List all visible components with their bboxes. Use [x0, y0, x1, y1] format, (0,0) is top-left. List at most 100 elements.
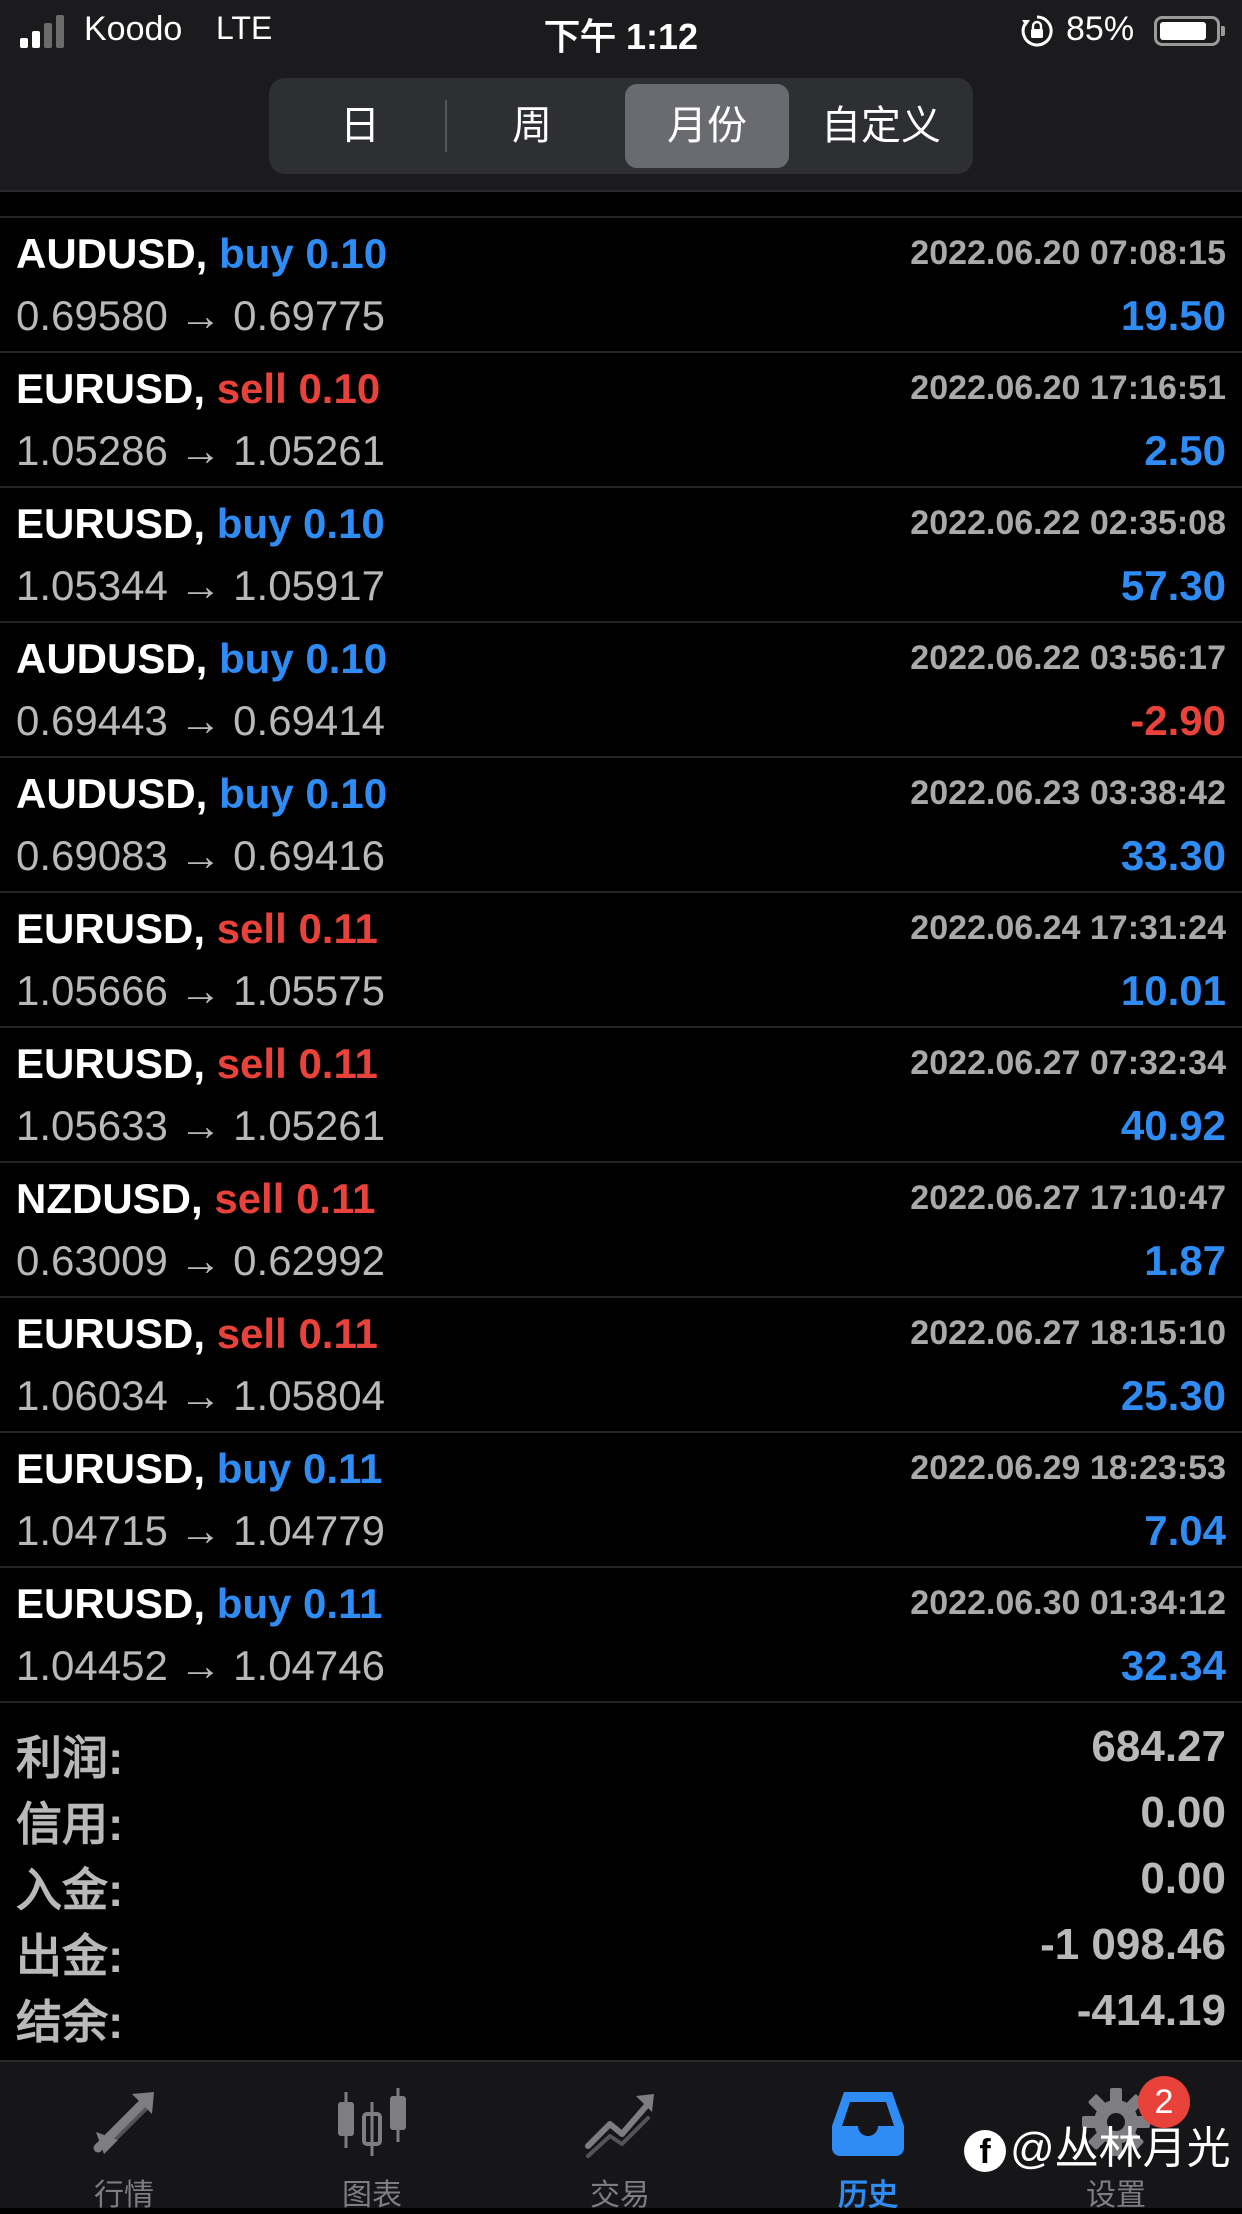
- close-price: 0.69416: [233, 832, 385, 879]
- trade-title: AUDUSD, buy 0.10: [16, 770, 387, 818]
- trade-prices: 1.05286 → 1.05261: [16, 427, 385, 475]
- open-price: 0.69443: [16, 697, 168, 744]
- battery-icon: [1154, 16, 1225, 46]
- trade-volume: 0.11: [303, 1580, 383, 1627]
- open-price: 0.63009: [16, 1237, 168, 1284]
- trade-side: buy: [219, 770, 294, 817]
- trade-side: sell: [214, 1175, 285, 1222]
- trade-profit: 33.30: [1120, 832, 1226, 879]
- close-price: 0.62992: [233, 1237, 385, 1284]
- status-bar: Koodo LTE 下午 1:12 85%: [0, 0, 1242, 62]
- arrow-right-icon: →: [179, 967, 222, 1014]
- summary-value: -1 098.46: [1040, 1920, 1226, 1969]
- summary-withdrawal: 出金: -1 098.46: [0, 1916, 1242, 1982]
- trade-prices: 0.69580 → 0.69775: [16, 292, 385, 340]
- open-price: 1.06034: [16, 1372, 168, 1419]
- trade-timestamp: 2022.06.27 07:32:34: [910, 1044, 1226, 1082]
- trade-row[interactable]: AUDUSD, buy 0.10 2022.06.22 03:56:17 0.6…: [0, 623, 1242, 758]
- history-inbox-icon: [832, 2092, 904, 2156]
- trade-volume: 0.10: [305, 770, 388, 817]
- trade-volume: 0.11: [296, 1175, 376, 1222]
- trade-side-volume: sell 0.10: [217, 365, 380, 412]
- trade-side-volume: sell 0.11: [214, 1175, 375, 1222]
- trade-timestamp: 2022.06.22 02:35:08: [910, 504, 1226, 542]
- tab-label: 历史: [838, 2179, 898, 2212]
- tab-trade[interactable]: 交易: [496, 2062, 744, 2212]
- account-summary: 利润: 684.27 信用: 0.00 入金: 0.00 出金: -1 098.…: [0, 1718, 1242, 2048]
- tab-label: 图表: [342, 2179, 402, 2212]
- summary-deposit: 入金: 0.00: [0, 1850, 1242, 1916]
- trade-profit: 19.50: [1120, 292, 1226, 339]
- trade-row[interactable]: EURUSD, buy 0.11 2022.06.30 01:34:12 1.0…: [0, 1568, 1242, 1703]
- close-price: 1.04746: [233, 1642, 385, 1689]
- open-price: 1.05344: [16, 562, 168, 609]
- trade-side: buy: [219, 635, 294, 682]
- tab-label: 交易: [590, 2179, 650, 2212]
- trade-row[interactable]: NZDUSD, sell 0.11 2022.06.27 17:10:47 0.…: [0, 1163, 1242, 1298]
- trade-profit: 40.92: [1120, 1102, 1226, 1149]
- arrow-right-icon: →: [179, 427, 222, 474]
- partial-trade-row[interactable]: [0, 192, 1242, 218]
- trade-side: buy: [216, 1580, 292, 1627]
- open-price: 1.04452: [16, 1642, 168, 1689]
- trade-history-list: AUDUSD, buy 0.10 2022.06.20 07:08:15 0.6…: [0, 192, 1242, 1703]
- trade-timestamp: 2022.06.22 03:56:17: [910, 639, 1226, 677]
- trade-title: EURUSD, buy 0.11: [16, 1580, 382, 1628]
- trade-row[interactable]: AUDUSD, buy 0.10 2022.06.20 07:08:15 0.6…: [0, 218, 1242, 353]
- trade-timestamp: 2022.06.23 03:38:42: [910, 774, 1226, 812]
- period-tab-week[interactable]: 周: [447, 84, 617, 168]
- trade-profit: 32.34: [1120, 1642, 1226, 1689]
- trade-title: EURUSD, buy 0.10: [16, 500, 385, 548]
- trade-side-volume: sell 0.11: [217, 1040, 378, 1087]
- arrow-right-icon: →: [179, 1372, 222, 1419]
- trade-timestamp: 2022.06.27 18:15:10: [910, 1314, 1226, 1352]
- trade-row[interactable]: EURUSD, sell 0.11 2022.06.27 07:32:34 1.…: [0, 1028, 1242, 1163]
- trade-timestamp: 2022.06.24 17:31:24: [910, 909, 1226, 947]
- trade-row[interactable]: EURUSD, sell 0.11 2022.06.24 17:31:24 1.…: [0, 893, 1242, 1028]
- close-price: 1.05261: [233, 1102, 385, 1149]
- trade-profit: 1.87: [1144, 1237, 1226, 1284]
- trade-prices: 1.04452 → 1.04746: [16, 1642, 385, 1690]
- period-tab-month[interactable]: 月份: [625, 84, 789, 168]
- tab-quotes[interactable]: 行情: [0, 2062, 248, 2212]
- tab-history[interactable]: 历史: [744, 2062, 992, 2212]
- trade-title: EURUSD, buy 0.11: [16, 1445, 382, 1493]
- trade-volume: 0.11: [298, 905, 378, 952]
- trade-row[interactable]: EURUSD, sell 0.11 2022.06.27 18:15:10 1.…: [0, 1298, 1242, 1433]
- trade-trend-icon: [585, 2094, 654, 2158]
- trade-volume: 0.11: [298, 1040, 378, 1087]
- trade-side: sell: [216, 365, 287, 412]
- close-price: 1.05261: [233, 427, 385, 474]
- trade-symbol: AUDUSD,: [16, 230, 208, 277]
- summary-value: 0.00: [1140, 1854, 1226, 1903]
- arrow-right-icon: →: [179, 1102, 222, 1149]
- trade-symbol: EURUSD,: [16, 905, 206, 952]
- trade-volume: 0.10: [305, 230, 388, 277]
- trade-row[interactable]: EURUSD, buy 0.11 2022.06.29 18:23:53 1.0…: [0, 1433, 1242, 1568]
- trade-title: EURUSD, sell 0.11: [16, 1040, 378, 1088]
- trade-timestamp: 2022.06.27 17:10:47: [910, 1179, 1226, 1217]
- trade-row[interactable]: AUDUSD, buy 0.10 2022.06.23 03:38:42 0.6…: [0, 758, 1242, 893]
- trade-symbol: EURUSD,: [16, 1445, 206, 1492]
- trade-row[interactable]: EURUSD, buy 0.10 2022.06.22 02:35:08 1.0…: [0, 488, 1242, 623]
- summary-value: 0.00: [1140, 1788, 1226, 1837]
- trade-row[interactable]: EURUSD, sell 0.10 2022.06.20 17:16:51 1.…: [0, 353, 1242, 488]
- arrow-right-icon: →: [179, 562, 222, 609]
- close-price: 0.69775: [233, 292, 385, 339]
- trade-side: sell: [216, 1310, 287, 1357]
- trade-side-volume: buy 0.11: [217, 1445, 383, 1492]
- period-tab-custom[interactable]: 自定义: [795, 84, 967, 168]
- trade-side: buy: [216, 1445, 292, 1492]
- summary-label: 信用:: [16, 1798, 124, 1850]
- trade-volume: 0.10: [298, 365, 381, 412]
- trade-profit: 25.30: [1120, 1372, 1226, 1419]
- trade-timestamp: 2022.06.29 18:23:53: [910, 1449, 1226, 1487]
- trade-profit: -2.90: [1130, 697, 1226, 744]
- period-tab-day[interactable]: 日: [275, 84, 445, 168]
- trade-side: buy: [219, 230, 294, 277]
- trade-side: sell: [216, 1040, 287, 1087]
- trade-volume: 0.11: [303, 1445, 383, 1492]
- facebook-logo-icon: f: [964, 2130, 1006, 2173]
- summary-value: -414.19: [1076, 1986, 1226, 2035]
- tab-chart[interactable]: 图表: [248, 2062, 496, 2212]
